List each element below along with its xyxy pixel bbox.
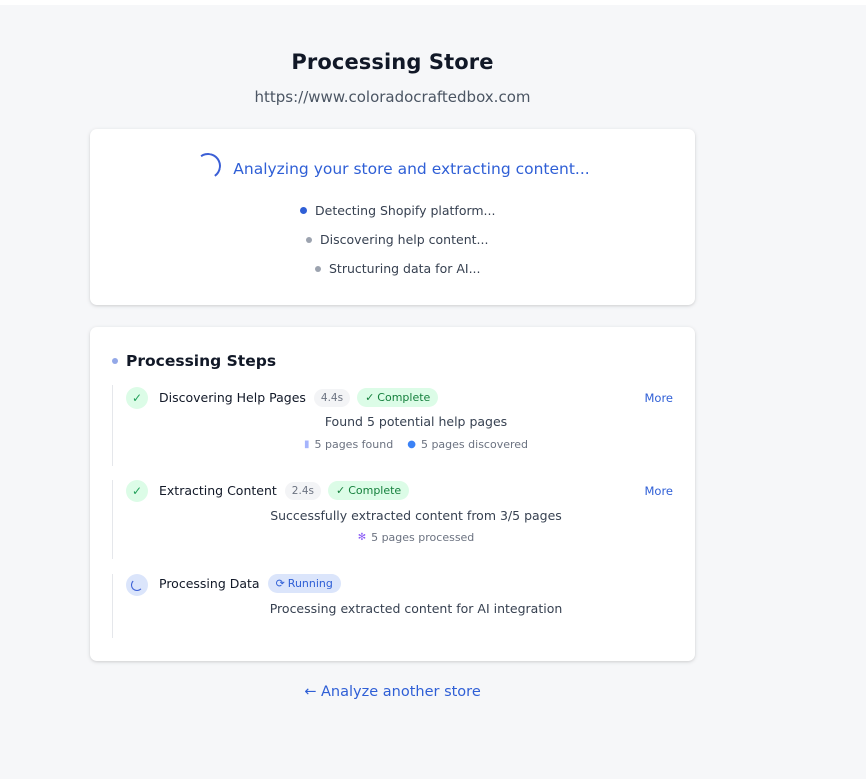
running-spinner-icon [126, 574, 148, 596]
step-header: Processing Data ⟳ Running [159, 574, 341, 593]
step-meta: ✻ 5 pages processed [90, 531, 742, 544]
step-description: Found 5 potential help pages [324, 414, 508, 429]
top-bar [0, 0, 866, 5]
status-badge-label: Running [287, 577, 333, 590]
processing-steps-card: Processing Steps ✓ Discovering Help Page… [90, 327, 695, 661]
status-badge: ✓ Complete [357, 388, 439, 407]
phase-label: Discovering help content... [320, 232, 489, 247]
check-icon: ✓ [126, 387, 148, 409]
duration-badge: 2.4s [284, 481, 321, 500]
status-badge-label: Complete [377, 391, 431, 404]
meta-item: ▮ 5 pages found [304, 438, 393, 451]
meta-text: 5 pages discovered [420, 438, 529, 451]
step-title: Processing Data [159, 576, 260, 591]
gear-icon: ✻ [357, 532, 367, 543]
check-icon: ✓ [126, 480, 148, 502]
active-dot-icon [300, 207, 307, 214]
analyze-another-store-link[interactable]: ← Analyze another store [90, 684, 695, 700]
refresh-icon: ⟳ [275, 577, 285, 590]
more-button[interactable]: More [644, 391, 673, 405]
meta-item: ● 5 pages discovered [407, 438, 528, 451]
status-badge-label: Complete [348, 484, 402, 497]
meta-text: 5 pages found [314, 438, 394, 451]
store-url: https://www.coloradocraftedbox.com [254, 88, 531, 106]
page-title: Processing Store [291, 50, 494, 74]
phase-item: Discovering help content... [306, 232, 488, 247]
loading-spinner-icon [193, 150, 224, 182]
page-header: Processing Store https://www.coloradocra… [90, 50, 695, 106]
bullet-icon [112, 358, 118, 364]
meta-item: ✻ 5 pages processed [358, 531, 475, 544]
step-title: Discovering Help Pages [159, 390, 306, 405]
more-button[interactable]: More [644, 484, 673, 498]
phase-item: Structuring data for AI... [315, 261, 480, 276]
step-header: Discovering Help Pages 4.4s ✓ Complete [159, 388, 439, 407]
analysis-status-card: Analyzing your store and extracting cont… [90, 129, 695, 305]
search-icon: ● [407, 439, 416, 450]
steps-heading: Processing Steps [112, 352, 276, 370]
step-description: Successfully extracted content from 3/5 … [270, 508, 562, 523]
status-header: Analyzing your store and extracting cont… [90, 150, 695, 182]
phase-label: Structuring data for AI... [329, 261, 481, 276]
status-badge: ⟳ Running [267, 574, 341, 593]
step-description: Processing extracted content for AI inte… [269, 601, 563, 616]
checkmark-icon: ✓ [365, 391, 375, 404]
checkmark-icon: ✓ [335, 484, 346, 497]
duration-badge: 4.4s [313, 388, 351, 407]
phase-item: Detecting Shopify platform... [300, 203, 495, 218]
pending-dot-icon [315, 265, 321, 272]
page-icon: ▮ [303, 439, 310, 450]
meta-text: 5 pages processed [371, 531, 475, 544]
step-meta: ▮ 5 pages found ● 5 pages discovered [90, 438, 742, 451]
step-title: Extracting Content [159, 483, 277, 498]
steps-heading-label: Processing Steps [126, 352, 277, 370]
pending-dot-icon [306, 236, 312, 243]
step-header: Extracting Content 2.4s ✓ Complete [159, 481, 410, 500]
phase-label: Detecting Shopify platform... [315, 203, 496, 218]
status-badge: ✓ Complete [327, 481, 410, 500]
status-message: Analyzing your store and extracting cont… [233, 160, 590, 178]
